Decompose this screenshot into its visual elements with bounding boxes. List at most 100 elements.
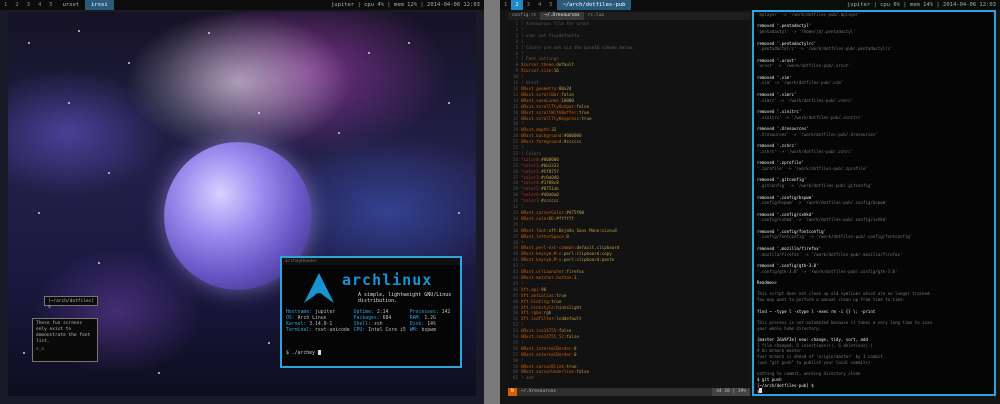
vim-key: URxvt.externalBorder: (521, 351, 574, 357)
vim-value: true (581, 115, 592, 121)
vim-tabline: config.rc ~/.Xresources rc.lua (508, 12, 750, 20)
window-title-irssi[interactable]: irssi (85, 0, 114, 10)
vim-value: lcddefault (556, 316, 582, 322)
vim-value: 0 (566, 233, 569, 239)
workspace-tag-1[interactable]: 1 (0, 0, 11, 10)
archey-info-value: bspwm (421, 328, 436, 333)
vim-key: URxvt.matcher.button: (521, 274, 574, 280)
vim-tab-active[interactable]: ~/.Xresources (540, 12, 584, 20)
vim-value: 1 (573, 274, 577, 280)
vim-key: URxvt.foreground: (521, 139, 564, 145)
vim-statusline: N ~/.Xresources 44 28 | 39% (508, 388, 750, 396)
left-panel-bar: 1 2 3 4 5 urxvt irssi jupiter | cpu 4% |… (0, 0, 484, 10)
vim-value: perl:clipboard:paste (563, 257, 615, 263)
vim-filename: ~/.Xresources (520, 389, 556, 394)
archey-prompt: $ ./archey (286, 350, 321, 357)
mini-terminal-bottom[interactable]: These fun screens only exist to demonstr… (32, 318, 98, 362)
archey-prompt-text: $ ./archey (286, 351, 315, 356)
vim-value: #cccccc (541, 198, 559, 204)
right-monitor: 1 2 3 4 5 ~/arch/dotfiles-pub jupiter | … (500, 0, 1000, 404)
star (458, 212, 460, 214)
workspace-tag-4[interactable]: 4 (534, 0, 545, 10)
archey-info-grid: Hostname: jupiter Uptime: 2:14 Processes: 142… (286, 310, 456, 334)
mini-terminal-art: >_< (36, 347, 45, 352)
git-terminal[interactable]: 'mplayer' -> '/work/dotfiles-pub/.mplaye… (752, 10, 996, 396)
star (128, 62, 130, 64)
vim-key: Xft.lcdfilter: (521, 316, 557, 322)
mini-terminal-top[interactable]: [~/arch/dotfiles] $ (44, 296, 98, 310)
vim-line: 61! end (508, 375, 750, 381)
cursor (317, 350, 321, 355)
star (38, 212, 40, 214)
vim-key: URxvt.letterSpace: (521, 233, 567, 239)
left-monitor: 1 2 3 4 5 urxvt irssi jupiter | cpu 4% |… (0, 0, 484, 404)
archey-info-value: Intel Core i5 (368, 328, 406, 333)
workspace-tag-3[interactable]: 3 (523, 0, 534, 10)
star (258, 112, 260, 114)
star (68, 102, 70, 104)
vim-value: 16 (553, 68, 559, 74)
star (78, 30, 80, 32)
archey-info-row: WM: bspwm (410, 328, 456, 334)
vim-editor[interactable]: config.rc ~/.Xresources rc.lua 1 ! Xresou… (508, 12, 750, 396)
vim-key: URxvt.scrollTtyKeypress: (521, 115, 582, 121)
star (208, 32, 210, 34)
workspace-tag-2[interactable]: 2 (11, 0, 22, 10)
vim-key: *color7: (521, 198, 542, 204)
vim-value: #cccccc (563, 139, 582, 145)
archey-info-value: rxvt-unicode (315, 328, 350, 333)
vim-key: URxvt.iso14755_52: (521, 334, 567, 340)
cursor (759, 388, 763, 394)
star (23, 352, 25, 354)
vim-buffer[interactable]: 1! Xresources file for urxvt 2! 3! vim: se… (508, 21, 750, 387)
workspace-tag-2[interactable]: 2 (511, 0, 523, 10)
archey-info-row: Terminal: rxvt-unicode (286, 328, 350, 334)
star (408, 42, 410, 44)
monitor-gap (484, 0, 500, 404)
star (28, 42, 30, 44)
star (448, 102, 450, 104)
git-output-line: $ (754, 388, 994, 394)
archey-terminal[interactable]: archeyHeader archlinux A simple, lightwe… (280, 256, 462, 368)
archey-info-key: Terminal: (286, 328, 312, 333)
arch-brand-title: archlinux (342, 271, 433, 289)
vim-comment: ! Xresources file for urxvt (521, 21, 590, 26)
right-panel-bar: 1 2 3 4 5 ~/arch/dotfiles-pub jupiter | … (500, 0, 1000, 10)
vim-value: false (576, 369, 590, 375)
vim-key: Xcursor.size: (521, 68, 554, 74)
vim-position: 44 28 | 39% (712, 388, 750, 396)
arch-tagline: A simple, lightweight GNU/Linux distribu… (358, 292, 452, 304)
star (268, 342, 270, 344)
archey-terminal-title: archeyHeader (282, 258, 460, 265)
vim-key: URxvt.colorBD: (521, 215, 557, 221)
star (368, 52, 370, 54)
vim-value: #ffffff (556, 215, 574, 221)
workspace-tag-5[interactable]: 5 (45, 0, 56, 10)
workspace-tag-4[interactable]: 4 (34, 0, 45, 10)
vim-value: hintslight (556, 304, 582, 310)
workspace-tag-1[interactable]: 1 (500, 0, 511, 10)
window-title-urxvt[interactable]: urxvt (57, 0, 86, 10)
vim-mode: N (508, 388, 517, 396)
star (158, 372, 160, 374)
vim-tab[interactable]: config.rc (508, 12, 540, 20)
star (108, 172, 110, 174)
vim-tab[interactable]: rc.lua (584, 12, 608, 20)
vim-comment: ! Colors are set via the base16 scheme b… (521, 44, 635, 50)
star (338, 132, 340, 134)
workspace-tag-5[interactable]: 5 (545, 0, 556, 10)
vim-key: URxvt.keysym.M-v: (521, 257, 564, 263)
vim-value: false (566, 334, 579, 340)
status-text: jupiter | cpu 4% | mem 12% | 2014-04-06 … (330, 2, 480, 8)
arch-logo-icon (304, 273, 334, 303)
vim-value: 0 (573, 351, 577, 357)
status-text: jupiter | cpu 6% | mem 14% | 2014-04-06 … (846, 2, 996, 8)
archey-info-key: WM: (409, 328, 419, 333)
line-number: 61 (512, 375, 518, 381)
archey-info-row: CPU: Intel Core i5 (354, 328, 406, 334)
window-title-dotfiles[interactable]: ~/arch/dotfiles-pub (556, 0, 632, 10)
star (98, 262, 100, 264)
vim-comment: ! end (521, 375, 534, 381)
archey-info-key: CPU: (353, 328, 366, 333)
workspace-tag-3[interactable]: 3 (23, 0, 34, 10)
